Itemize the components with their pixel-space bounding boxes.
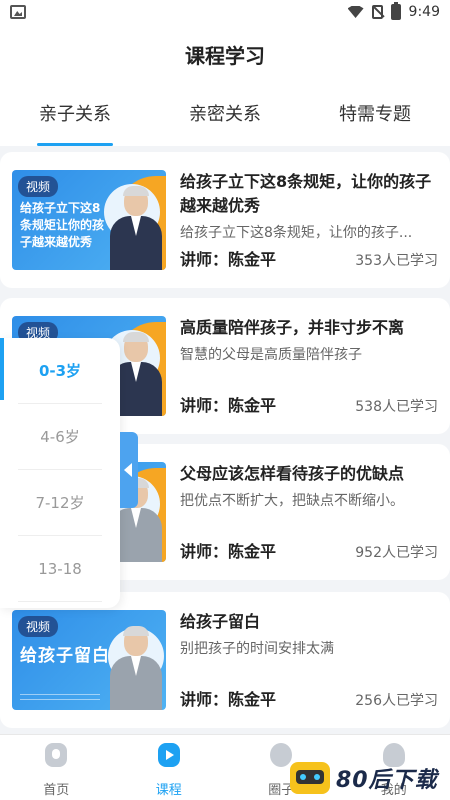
watermark-text: 80后下载 — [336, 768, 438, 793]
nav-label: 课程 — [155, 783, 182, 798]
learner-count: 952人已学习 — [355, 545, 438, 561]
course-thumbnail: 视频 给孩子留白 — [12, 610, 166, 710]
tab-special[interactable]: 特需专题 — [300, 100, 450, 146]
course-icon — [157, 743, 180, 767]
course-title: 高质量陪伴孩子，并非寸步不离 — [180, 318, 405, 337]
age-option-13-18[interactable]: 13-18 — [18, 536, 102, 602]
learner-count: 256人已学习 — [355, 693, 438, 709]
status-time: 9:49 — [408, 4, 440, 20]
course-description: 智慧的父母是高质量陪伴孩子 — [180, 347, 362, 363]
battery-icon — [390, 2, 401, 20]
category-tabs: 亲子关系 亲密关系 特需专题 — [0, 100, 450, 146]
robot-logo-icon — [290, 762, 330, 794]
age-option-7-12[interactable]: 7-12岁 — [18, 470, 102, 536]
tab-parent-child[interactable]: 亲子关系 — [0, 100, 150, 146]
status-bar: 9:49 — [0, 0, 450, 26]
wifi-icon — [347, 6, 364, 18]
course-teacher: 讲师：陈金平 — [180, 542, 277, 561]
circle-icon — [270, 743, 293, 767]
page-title: 课程学习 — [185, 44, 265, 68]
course-description: 别把孩子的时间安排太满 — [180, 641, 334, 657]
thumbnail-caption: 给孩子立下这8条规矩让你的孩子越来越优秀 — [20, 201, 105, 249]
watermark: 80后下载 — [290, 758, 450, 798]
no-sim-icon — [371, 5, 383, 19]
tab-intimate[interactable]: 亲密关系 — [150, 100, 300, 146]
learner-count: 538人已学习 — [355, 399, 438, 415]
course-thumbnail: 视频 给孩子立下这8条规矩让你的孩子越来越优秀 — [12, 170, 166, 270]
course-description: 给孩子立下这8条规矩，让你的孩子... — [180, 225, 413, 241]
header: 课程学习 亲子关系 亲密关系 特需专题 — [0, 26, 450, 146]
collapse-panel-button[interactable] — [120, 432, 138, 508]
gallery-icon — [10, 5, 26, 19]
teacher-photo — [110, 626, 162, 710]
age-filter-panel: 0-3岁 4-6岁 7-12岁 13-18 — [0, 338, 120, 608]
course-title: 给孩子留白 — [180, 612, 261, 631]
video-badge: 视频 — [18, 176, 59, 197]
nav-home[interactable]: 首页 — [0, 735, 113, 800]
course-description: 把优点不断扩大，把缺点不断缩小。 — [180, 493, 404, 509]
age-option-0-3[interactable]: 0-3岁 — [18, 338, 102, 404]
video-badge: 视频 — [18, 616, 59, 637]
course-title: 父母应该怎样看待孩子的优缺点 — [180, 464, 405, 483]
teacher-photo — [110, 186, 162, 270]
course-teacher: 讲师：陈金平 — [180, 250, 277, 269]
age-selected-indicator — [0, 338, 4, 400]
nav-course[interactable]: 课程 — [113, 735, 226, 800]
learner-count: 353人已学习 — [355, 253, 438, 269]
thumbnail-caption: 给孩子留白 — [20, 646, 110, 666]
course-title: 给孩子立下这8条规矩，让你的孩子越来越优秀 — [180, 172, 432, 215]
course-card[interactable]: 视频 给孩子留白 给孩子留白 别把孩子的时间安排太满 讲师：陈金平 256人已学… — [0, 592, 450, 728]
status-icons: 9:49 — [347, 2, 440, 20]
course-teacher: 讲师：陈金平 — [180, 396, 277, 415]
nav-label: 首页 — [43, 783, 70, 798]
age-option-4-6[interactable]: 4-6岁 — [18, 404, 102, 470]
home-icon — [45, 743, 68, 767]
course-card[interactable]: 视频 给孩子立下这8条规矩让你的孩子越来越优秀 给孩子立下这8条规矩，让你的孩子… — [0, 152, 450, 288]
course-teacher: 讲师：陈金平 — [180, 690, 277, 709]
